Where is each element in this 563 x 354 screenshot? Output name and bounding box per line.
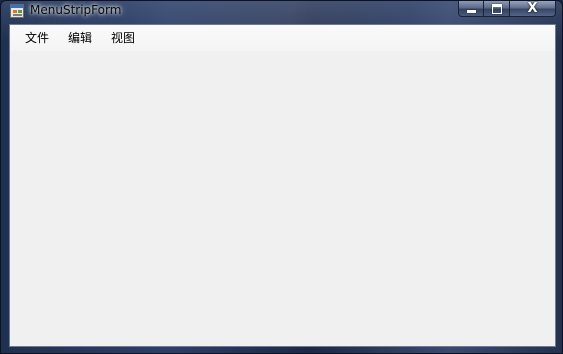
- app-window: MenuStripForm X 文件 编辑 视图: [0, 0, 563, 354]
- title-bar[interactable]: MenuStripForm X: [1, 1, 562, 23]
- menu-item-file[interactable]: 文件: [17, 28, 57, 48]
- maximize-button[interactable]: [484, 1, 510, 17]
- window-title: MenuStripForm: [30, 3, 122, 17]
- minimize-button[interactable]: [458, 1, 484, 17]
- caption-buttons: X: [458, 1, 556, 17]
- menu-item-view[interactable]: 视图: [103, 28, 143, 48]
- close-icon: X: [527, 0, 538, 16]
- client-area: 文件 编辑 视图: [9, 24, 556, 347]
- minimize-icon: [466, 10, 476, 13]
- maximize-icon: [491, 3, 502, 14]
- app-icon[interactable]: [10, 4, 24, 18]
- form-body: [10, 51, 555, 346]
- menu-strip: 文件 编辑 视图: [10, 25, 555, 51]
- menu-item-edit[interactable]: 编辑: [60, 28, 100, 48]
- close-button[interactable]: X: [510, 1, 556, 17]
